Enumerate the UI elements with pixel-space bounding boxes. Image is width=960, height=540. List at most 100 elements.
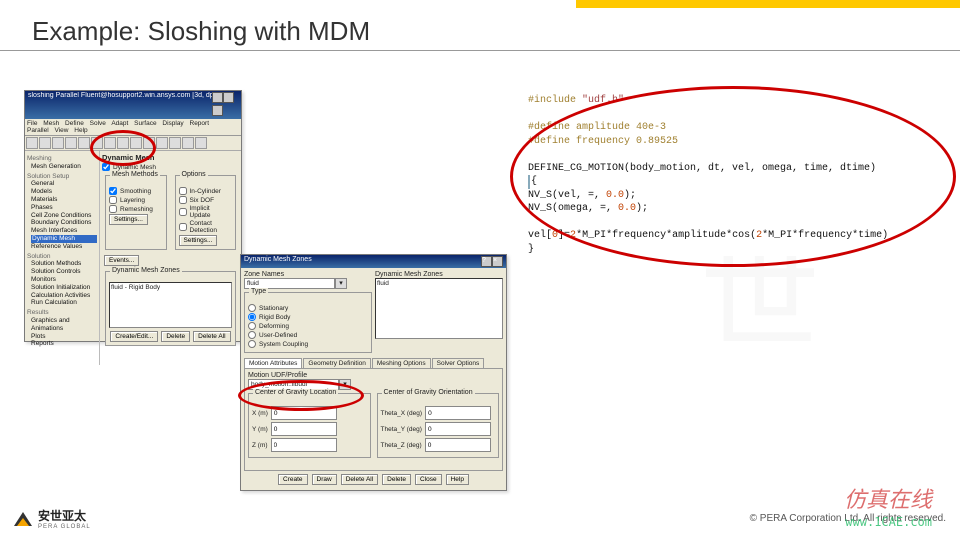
delete-button[interactable]: Delete (161, 331, 190, 342)
tool-icon[interactable] (143, 137, 155, 149)
tree-item[interactable]: Calculation Activities (31, 292, 97, 300)
events-button[interactable]: Events... (104, 255, 139, 266)
tree-item[interactable]: Solution Controls (31, 268, 97, 276)
menu-surface[interactable]: Surface (134, 120, 156, 127)
input-cg-y[interactable] (271, 422, 337, 436)
tree-item[interactable]: Run Calculation (31, 299, 97, 307)
panel-title: Dynamic Mesh (102, 153, 239, 162)
fluent-tree[interactable]: Meshing Mesh Generation Solution Setup G… (25, 151, 100, 365)
settings-button[interactable]: Settings... (109, 214, 148, 225)
tree-item-dynamic-mesh[interactable]: Dynamic Mesh (31, 235, 97, 243)
menu-display[interactable]: Display (162, 120, 183, 127)
tab-solver-options[interactable]: Solver Options (432, 358, 485, 368)
zone-list-item[interactable]: fluid - Rigid Body (111, 284, 230, 291)
chk-implicit-update[interactable]: Implicit Update (179, 205, 233, 219)
tool-icon[interactable] (117, 137, 129, 149)
tool-icon[interactable] (39, 137, 51, 149)
tree-item[interactable]: Solution Methods (31, 260, 97, 268)
create-edit-button[interactable]: Create/Edit... (110, 331, 158, 342)
tool-icon[interactable] (156, 137, 168, 149)
tree-item[interactable]: Monitors (31, 276, 97, 284)
menu-help[interactable]: Help (74, 127, 87, 134)
zones-listbox[interactable]: fluid - Rigid Body (109, 282, 232, 328)
chk-six-dof[interactable]: Six DOF (179, 196, 233, 204)
input-cg-x[interactable] (271, 406, 337, 420)
tool-icon[interactable] (65, 137, 77, 149)
delete-all-button[interactable]: Delete All (341, 474, 378, 485)
tool-icon[interactable] (52, 137, 64, 149)
tree-heading: Solution Setup (27, 173, 97, 181)
delete-all-button[interactable]: Delete All (193, 331, 230, 342)
minimize-icon[interactable] (212, 92, 223, 103)
tool-icon[interactable] (104, 137, 116, 149)
create-button[interactable]: Create (278, 474, 308, 485)
tool-icon[interactable] (130, 137, 142, 149)
tree-item[interactable]: Mesh Generation (31, 163, 97, 171)
menu-view[interactable]: View (55, 127, 69, 134)
chk-smoothing[interactable]: Smoothing (109, 187, 163, 195)
radio-rigid-body[interactable]: Rigid Body (248, 313, 368, 321)
tree-item[interactable]: Reference Values (31, 243, 97, 251)
fluent-menubar[interactable]: File Mesh Define Solve Adapt Surface Dis… (25, 119, 241, 136)
help-icon[interactable]: ? (481, 256, 492, 267)
tool-icon[interactable] (195, 137, 207, 149)
chk-layering[interactable]: Layering (109, 196, 163, 204)
input-theta-z[interactable] (425, 438, 491, 452)
close-icon[interactable] (212, 105, 223, 116)
tree-item[interactable]: Models (31, 188, 97, 196)
tree-item[interactable]: Plots (31, 333, 97, 341)
menu-report[interactable]: Report (190, 120, 210, 127)
close-icon[interactable]: × (492, 256, 503, 267)
tree-item[interactable]: Phases (31, 204, 97, 212)
tab-meshing-options[interactable]: Meshing Options (372, 358, 431, 368)
chk-remeshing[interactable]: Remeshing (109, 205, 163, 213)
tool-icon[interactable] (78, 137, 90, 149)
menu-define[interactable]: Define (65, 120, 84, 127)
fluent-titlebar[interactable]: sloshing Parallel Fluent@hosupport2.win.… (25, 91, 241, 119)
tool-icon[interactable] (26, 137, 38, 149)
menu-solve[interactable]: Solve (90, 120, 106, 127)
radio-deforming[interactable]: Deforming (248, 322, 368, 330)
tree-item[interactable]: Cell Zone Conditions (31, 212, 97, 220)
chk-in-cylinder[interactable]: In-Cylinder (179, 187, 233, 195)
radio-system-coupling[interactable]: System Coupling (248, 340, 368, 348)
maximize-icon[interactable] (223, 92, 234, 103)
menu-file[interactable]: File (27, 120, 37, 127)
dropdown-arrow-icon[interactable]: ▾ (335, 278, 347, 289)
menu-mesh[interactable]: Mesh (43, 120, 59, 127)
radio-stationary[interactable]: Stationary (248, 304, 368, 312)
input-theta-y[interactable] (425, 422, 491, 436)
dmz-listbox[interactable]: fluid (375, 278, 503, 339)
title-divider (0, 50, 960, 51)
close-button[interactable]: Close (415, 474, 442, 485)
dmz-titlebar[interactable]: Dynamic Mesh Zones ?× (241, 255, 506, 268)
chk-dynamic-mesh[interactable]: Dynamic Mesh (102, 163, 239, 171)
input-cg-z[interactable] (271, 438, 337, 452)
chk-contact-detection[interactable]: Contact Detection (179, 220, 233, 234)
menu-parallel[interactable]: Parallel (27, 127, 49, 134)
tool-icon[interactable] (182, 137, 194, 149)
tree-item[interactable]: Graphics and Animations (31, 317, 97, 333)
input-theta-x[interactable] (425, 406, 491, 420)
tab-motion-attributes[interactable]: Motion Attributes (244, 358, 302, 368)
tool-icon[interactable] (91, 137, 103, 149)
dmz-tabs[interactable]: Motion Attributes Geometry Definition Me… (244, 358, 503, 368)
tab-geometry-definition[interactable]: Geometry Definition (303, 358, 370, 368)
radio-user-defined[interactable]: User-Defined (248, 331, 368, 339)
label-dmz: Dynamic Mesh Zones (375, 271, 503, 278)
tree-item[interactable]: Reports (31, 340, 97, 348)
settings-button-2[interactable]: Settings... (179, 235, 218, 246)
help-button[interactable]: Help (446, 474, 469, 485)
fluent-toolbar[interactable] (25, 136, 241, 151)
tree-item[interactable]: Boundary Conditions (31, 219, 97, 227)
tree-item[interactable]: Materials (31, 196, 97, 204)
delete-button[interactable]: Delete (382, 474, 411, 485)
tree-item[interactable]: Mesh Interfaces (31, 227, 97, 235)
draw-button[interactable]: Draw (312, 474, 337, 485)
dmz-list-item[interactable]: fluid (377, 280, 501, 287)
tree-item[interactable]: Solution Initialization (31, 284, 97, 292)
tree-item[interactable]: General (31, 180, 97, 188)
tool-icon[interactable] (169, 137, 181, 149)
menu-adapt[interactable]: Adapt (111, 120, 128, 127)
dropdown-arrow-icon[interactable]: ▾ (339, 379, 351, 390)
